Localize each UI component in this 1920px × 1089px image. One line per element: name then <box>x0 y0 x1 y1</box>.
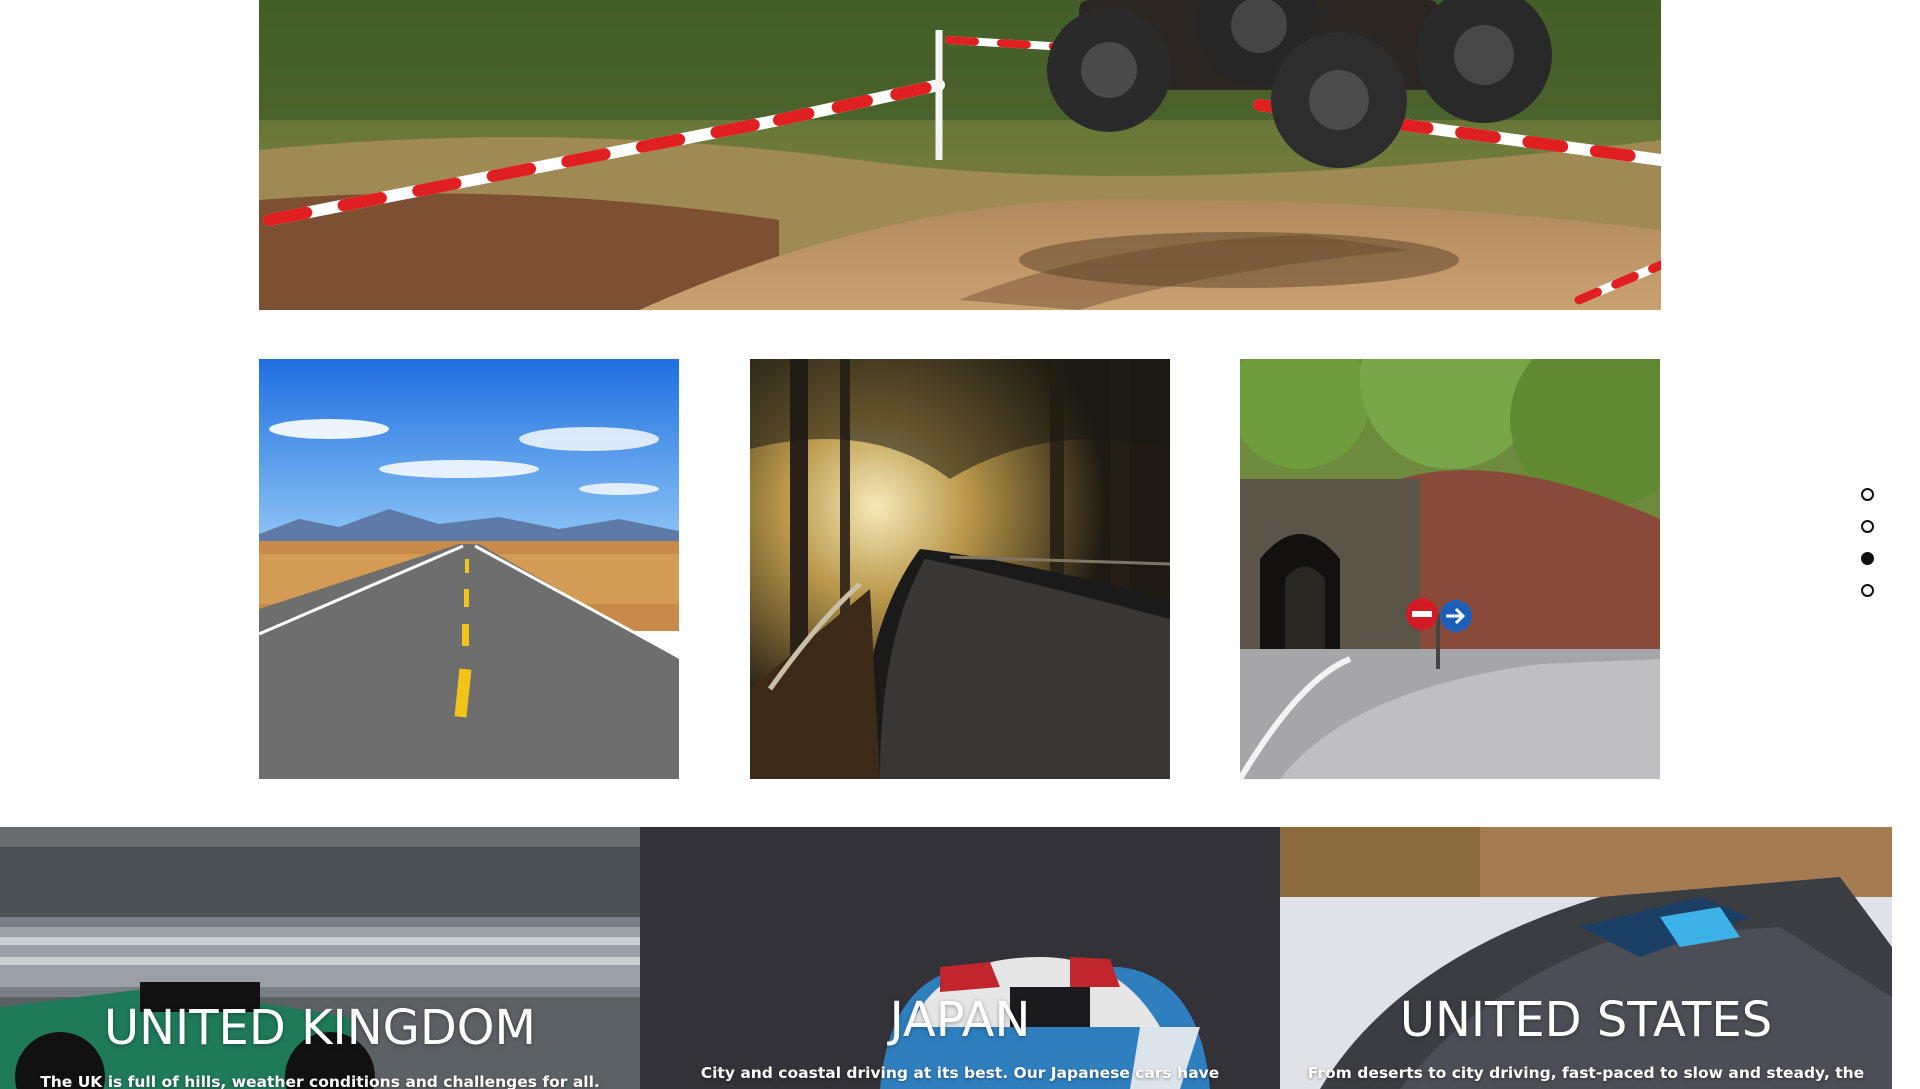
region-description: From deserts to city driving, fast-paced… <box>1307 1064 1865 1082</box>
region-title: UNITED KINGDOM <box>104 1000 536 1056</box>
slider-pagination <box>1861 488 1877 616</box>
region-description: The UK is full of hills, weather conditi… <box>40 1073 600 1089</box>
hero-image-atv-jump <box>259 0 1661 310</box>
slider-dot-3[interactable] <box>1861 552 1874 565</box>
slider-dot-4[interactable] <box>1861 584 1874 597</box>
slider-dot-1[interactable] <box>1861 488 1874 501</box>
photo-tunnel-road[interactable] <box>1240 359 1660 779</box>
slider-dot-2[interactable] <box>1861 520 1874 533</box>
region-title: JAPAN <box>889 992 1031 1048</box>
region-card-united-states[interactable]: UNITED STATES From deserts to city drivi… <box>1280 827 1892 1089</box>
region-description: City and coastal driving at its best. Ou… <box>700 1064 1220 1082</box>
page: UNITED KINGDOM The UK is full of hills, … <box>0 0 1920 1089</box>
region-card-united-kingdom[interactable]: UNITED KINGDOM The UK is full of hills, … <box>0 827 640 1089</box>
region-title: UNITED STATES <box>1399 992 1773 1048</box>
photo-forest-road[interactable] <box>750 359 1170 779</box>
photo-desert-road[interactable] <box>259 359 679 779</box>
region-card-japan[interactable]: JAPAN City and coastal driving at its be… <box>640 827 1280 1089</box>
